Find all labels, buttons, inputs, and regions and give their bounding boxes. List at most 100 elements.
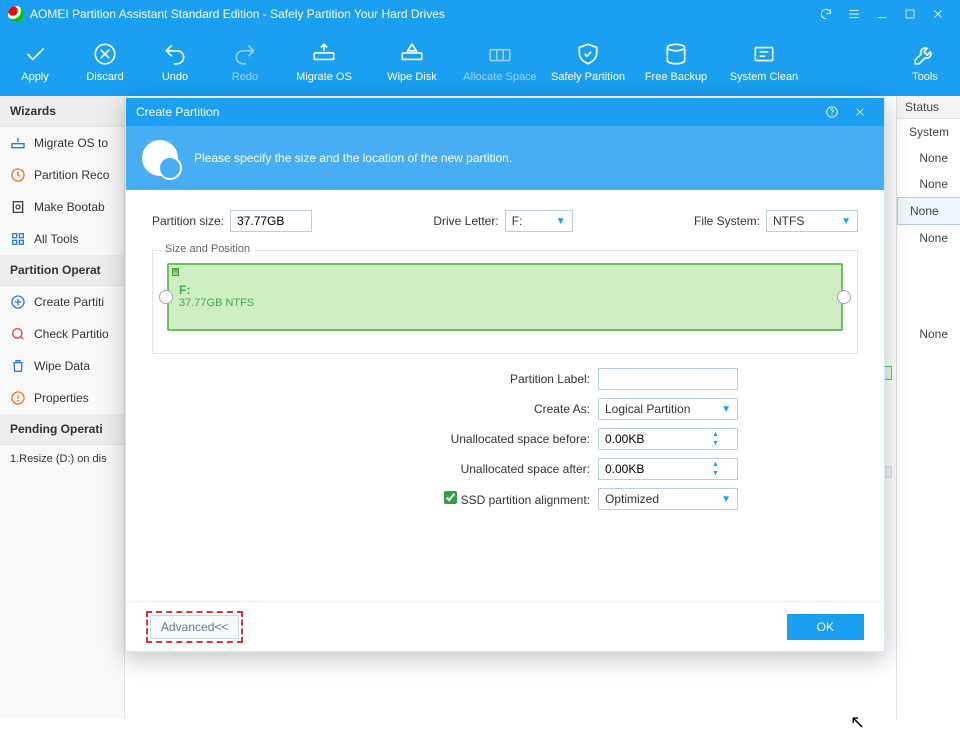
slider-handle-right[interactable] (837, 290, 851, 304)
size-position-fieldset: Size and Position F: 37.77GB NTFS (152, 250, 858, 354)
sidebar-create-partition[interactable]: Create Partiti (0, 286, 124, 318)
partition-size-input[interactable] (230, 210, 312, 232)
partition-label-input[interactable] (598, 368, 738, 390)
unallocated-before-input[interactable]: ▲▼ (598, 428, 738, 450)
close-button[interactable] (924, 0, 952, 28)
dialog-help-button[interactable] (818, 98, 846, 126)
slider-description: 37.77GB NTFS (179, 297, 831, 309)
migrate-label: Migrate OS (296, 71, 352, 83)
status-row[interactable]: None (897, 145, 960, 171)
sidebar-item-label: Migrate OS to (34, 136, 108, 150)
menu-button[interactable] (840, 0, 868, 28)
sidebar-item-label: Partition Reco (34, 168, 109, 182)
chevron-down-icon: ▼ (556, 216, 566, 227)
sidebar-item-label: Create Partiti (34, 295, 104, 309)
dialog-title: Create Partition (136, 105, 219, 119)
partition-ops-header: Partition Operat (0, 255, 124, 286)
maximize-button[interactable] (896, 0, 924, 28)
migrate-os-button[interactable]: Migrate OS (280, 28, 368, 96)
unallocated-before-label: Unallocated space before: (410, 432, 590, 446)
status-row[interactable]: System (897, 119, 960, 145)
main-toolbar: Apply Discard Undo Redo Migrate OS Wipe … (0, 28, 960, 96)
dialog-title-bar: Create Partition (126, 98, 884, 126)
file-system-select[interactable]: NTFS▼ (766, 210, 858, 232)
spin-down-icon[interactable]: ▼ (709, 439, 722, 448)
safely-partition-button[interactable]: Safely Partition (544, 28, 632, 96)
slider-handle-left[interactable] (159, 290, 173, 304)
title-bar: AOMEI Partition Assistant Standard Editi… (0, 0, 960, 28)
slider-used-region (172, 268, 179, 276)
unallocated-after-input[interactable]: ▲▼ (598, 458, 738, 480)
partition-slider[interactable]: F: 37.77GB NTFS (167, 263, 843, 331)
allocate-label: Allocate Space (463, 71, 536, 83)
safely-label: Safely Partition (551, 71, 625, 83)
status-header: Status (897, 96, 960, 119)
chevron-down-icon: ▼ (721, 494, 731, 505)
create-partition-dialog: Create Partition Please specify the size… (125, 97, 885, 652)
tools-button[interactable]: Tools (890, 28, 960, 96)
spin-up-icon[interactable]: ▲ (709, 460, 722, 469)
wipe-disk-button[interactable]: Wipe Disk (368, 28, 456, 96)
free-backup-button[interactable]: Free Backup (632, 28, 720, 96)
partition-icon (142, 140, 178, 176)
redo-label: Redo (232, 71, 258, 83)
slider-drive-letter: F: (179, 283, 831, 297)
app-logo-icon (8, 6, 24, 22)
sidebar-check-partition[interactable]: Check Partitio (0, 318, 124, 350)
pending-ops-header: Pending Operati (0, 414, 124, 445)
tools-label: Tools (912, 71, 938, 83)
sidebar-make-bootable[interactable]: Make Bootab (0, 191, 124, 223)
apply-label: Apply (21, 71, 49, 83)
advanced-button[interactable]: Advanced<< (150, 615, 239, 639)
drive-letter-label: Drive Letter: (433, 214, 498, 228)
status-row[interactable]: None (897, 171, 960, 197)
partition-label-label: Partition Label: (410, 372, 590, 386)
wizards-header: Wizards (0, 96, 124, 127)
sidebar-item-label: All Tools (34, 232, 78, 246)
chevron-down-icon: ▼ (721, 404, 731, 415)
drive-letter-select[interactable]: F:▼ (505, 210, 573, 232)
spin-up-icon[interactable]: ▲ (709, 430, 722, 439)
fieldset-legend: Size and Position (161, 243, 254, 255)
chevron-down-icon: ▼ (841, 216, 851, 227)
minimize-button[interactable] (868, 0, 896, 28)
dialog-close-button[interactable] (846, 98, 874, 126)
discard-button[interactable]: Discard (70, 28, 140, 96)
refresh-button[interactable] (812, 0, 840, 28)
ssd-alignment-select[interactable]: Optimized▼ (598, 488, 738, 510)
sidebar-all-tools[interactable]: All Tools (0, 223, 124, 255)
advanced-highlight: Advanced<< (146, 611, 243, 643)
redo-button[interactable]: Redo (210, 28, 280, 96)
apply-button[interactable]: Apply (0, 28, 70, 96)
window-title: AOMEI Partition Assistant Standard Editi… (30, 7, 445, 21)
wipe-label: Wipe Disk (387, 71, 437, 83)
sidebar-wipe-data[interactable]: Wipe Data (0, 350, 124, 382)
pending-operation-item[interactable]: 1.Resize (D:) on dis (0, 445, 124, 473)
undo-button[interactable]: Undo (140, 28, 210, 96)
dialog-banner: Please specify the size and the location… (126, 126, 884, 190)
status-row[interactable]: None (897, 197, 960, 225)
spin-down-icon[interactable]: ▼ (709, 469, 722, 478)
create-as-label: Create As: (410, 402, 590, 416)
dialog-banner-text: Please specify the size and the location… (194, 151, 512, 165)
clean-label: System Clean (730, 71, 798, 83)
ssd-alignment-checkbox[interactable] (444, 491, 457, 504)
file-system-label: File System: (694, 214, 760, 228)
sidebar-item-label: Properties (34, 391, 89, 405)
sidebar-item-label: Wipe Data (34, 359, 90, 373)
backup-label: Free Backup (645, 71, 707, 83)
status-row[interactable]: None (897, 225, 960, 251)
sidebar-item-label: Make Bootab (34, 200, 105, 214)
sidebar-properties[interactable]: Properties (0, 382, 124, 414)
system-clean-button[interactable]: System Clean (720, 28, 808, 96)
sidebar-migrate-os[interactable]: Migrate OS to (0, 127, 124, 159)
dialog-footer: Advanced<< OK (126, 601, 884, 651)
allocate-space-button[interactable]: Allocate Space (456, 28, 544, 96)
status-row[interactable]: None (897, 321, 960, 347)
create-as-select[interactable]: Logical Partition▼ (598, 398, 738, 420)
sidebar-partition-recovery[interactable]: Partition Reco (0, 159, 124, 191)
partition-size-label: Partition size: (152, 214, 224, 228)
sidebar-item-label: Check Partitio (34, 327, 109, 341)
ok-button[interactable]: OK (787, 614, 864, 640)
left-sidebar: Wizards Migrate OS to Partition Reco Mak… (0, 96, 125, 719)
